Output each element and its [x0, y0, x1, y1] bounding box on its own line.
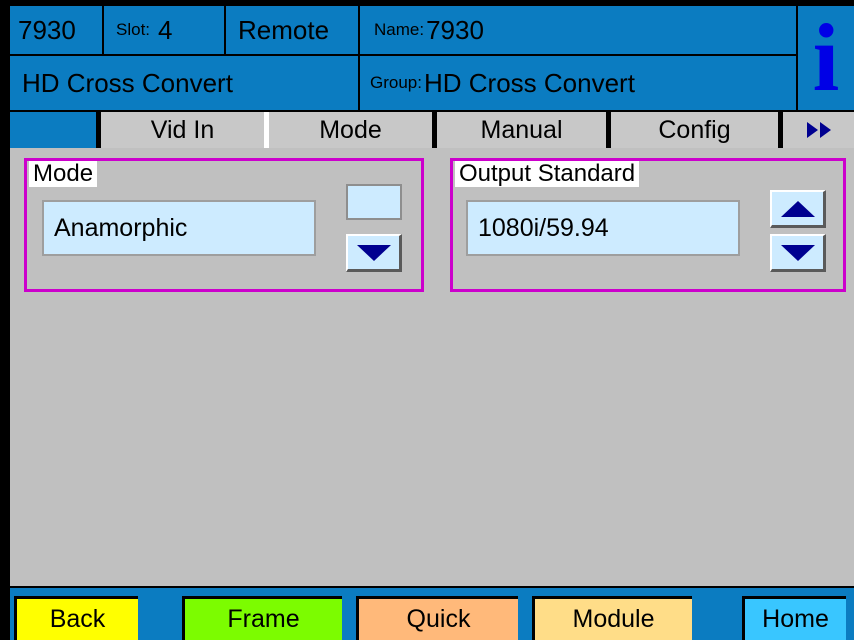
device-label: 7930 [10, 6, 102, 54]
product-label: HD Cross Convert [10, 56, 358, 110]
tab-vid-in[interactable]: Vid In [96, 112, 264, 148]
quick-button[interactable]: Quick [356, 596, 518, 640]
module-button[interactable]: Module [532, 596, 692, 640]
group-field: Group: HD Cross Convert [360, 56, 796, 110]
name-label: Name: [374, 20, 425, 39]
name-value: 7930 [426, 14, 484, 45]
arrow-down-icon [780, 244, 815, 261]
tab-mode[interactable]: Mode [264, 112, 432, 148]
info-icon[interactable]: i [798, 6, 854, 110]
output-standard-legend: Output Standard [455, 161, 640, 187]
output-standard-up-button[interactable] [770, 190, 826, 228]
arrow-down-icon [356, 244, 391, 261]
slot-value: 4 [158, 14, 173, 45]
slot-field: Slot: 4 [104, 6, 224, 54]
mode-value-field[interactable]: Anamorphic [42, 200, 316, 256]
control-mode-label: Remote [226, 6, 358, 54]
group-label: Group: [370, 73, 422, 92]
frame-button[interactable]: Frame [182, 596, 342, 640]
back-button[interactable]: Back [14, 596, 138, 640]
tab-config[interactable]: Config [606, 112, 778, 148]
mode-legend: Mode [29, 161, 98, 187]
slot-label: Slot: [116, 20, 151, 39]
group-value: HD Cross Convert [423, 67, 635, 98]
home-button[interactable]: Home [742, 596, 846, 640]
header: 7930 Slot: 4 Remote Name: 7930 HD Cross … [0, 0, 854, 148]
mode-up-button-disabled [346, 184, 402, 220]
arrow-up-icon [780, 200, 815, 217]
tab-manual[interactable]: Manual [432, 112, 606, 148]
double-arrow-right-icon [806, 122, 832, 138]
tab-more-button[interactable] [778, 112, 854, 148]
output-standard-value-field[interactable]: 1080i/59.94 [466, 200, 740, 256]
output-standard-down-button[interactable] [770, 234, 826, 272]
mode-down-button[interactable] [346, 234, 402, 272]
name-field: Name: 7930 [360, 6, 796, 54]
